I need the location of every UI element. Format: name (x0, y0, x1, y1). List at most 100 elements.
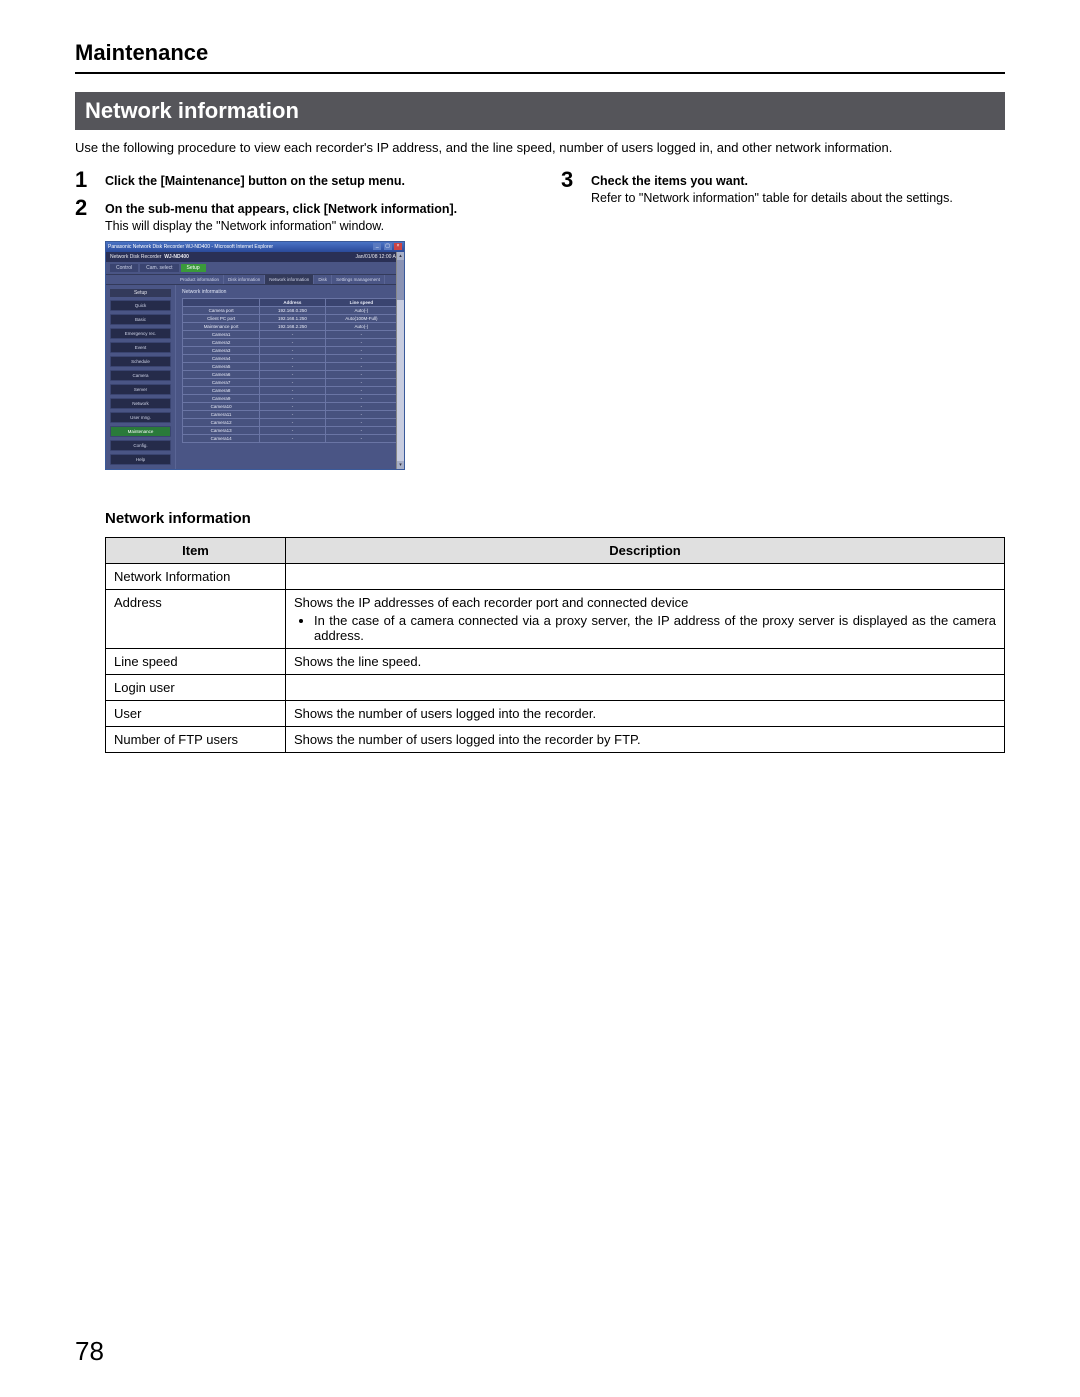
cell-desc: Shows the line speed. (286, 648, 1005, 674)
sidebar-item-help[interactable]: Help (110, 454, 171, 465)
window-title: Panasonic Network Disk Recorder WJ-ND400… (108, 244, 273, 250)
minimize-icon[interactable]: _ (373, 243, 381, 250)
grid-cell: - (325, 386, 397, 394)
tab-setup[interactable]: Setup (181, 264, 206, 272)
sidebar-item-network[interactable]: Network (110, 398, 171, 409)
grid-cell: Client PC port (183, 314, 260, 322)
grid-cell: - (325, 362, 397, 370)
grid-th-0 (183, 298, 260, 306)
grid-cell: - (260, 426, 326, 434)
intro-text: Use the following procedure to view each… (75, 140, 1005, 155)
scroll-thumb[interactable] (397, 260, 404, 300)
grid-row: Maintenance port192.168.2.250Auto(-) (183, 322, 398, 330)
sidebar-item-usermng[interactable]: User mng. (110, 412, 171, 423)
tab-network-info[interactable]: Network information (265, 275, 314, 284)
grid-cell: - (325, 330, 397, 338)
grid-cell: Auto(-) (325, 306, 397, 314)
grid-cell: Camera9 (183, 394, 260, 402)
scroll-up-icon[interactable]: ▴ (397, 252, 404, 260)
cell-desc: Shows the number of users logged into th… (286, 700, 1005, 726)
step-3: 3 Check the items you want. Refer to "Ne… (561, 169, 1005, 207)
grid-row: Camera5-- (183, 362, 398, 370)
window-header: Network Disk Recorder WJ-ND400 Jan/01/08… (106, 252, 404, 262)
grid-cell: - (325, 338, 397, 346)
sidebar-item-event[interactable]: Event (110, 342, 171, 353)
cell-item: Line speed (106, 648, 286, 674)
grid-row: Client PC port192.168.1.250Auto(100M-Ful… (183, 314, 398, 322)
table-row: UserShows the number of users logged int… (106, 700, 1005, 726)
grid-cell: Camera port (183, 306, 260, 314)
sidebar-item-config[interactable]: Config. (110, 440, 171, 451)
table-row: Login user (106, 674, 1005, 700)
grid-cell: Maintenance port (183, 322, 260, 330)
grid-cell: Camera8 (183, 386, 260, 394)
right-column: 3 Check the items you want. Refer to "Ne… (561, 169, 1005, 470)
grid-row: Camera4-- (183, 354, 398, 362)
horizontal-rule (75, 72, 1005, 74)
cell-desc (286, 674, 1005, 700)
grid-cell: - (260, 394, 326, 402)
th-item: Item (106, 537, 286, 563)
grid-row: Camera3-- (183, 346, 398, 354)
cell-bullet: In the case of a camera connected via a … (314, 613, 996, 643)
grid-cell: - (325, 402, 397, 410)
brand-text: Network Disk Recorder (110, 254, 161, 260)
tab-disk[interactable]: Disk (314, 275, 332, 284)
grid-cell: Camera14 (183, 434, 260, 442)
cell-item: User (106, 700, 286, 726)
grid-cell: - (325, 354, 397, 362)
table-row: Network Information (106, 563, 1005, 589)
grid-cell: Camera1 (183, 330, 260, 338)
grid-cell: - (260, 386, 326, 394)
sidebar-item-camera[interactable]: Camera (110, 370, 171, 381)
tab-control[interactable]: Control (110, 264, 138, 272)
grid-cell: Camera10 (183, 402, 260, 410)
step-2: 2 On the sub-menu that appears, click [N… (75, 197, 525, 235)
grid-cell: - (260, 402, 326, 410)
grid-cell: - (325, 378, 397, 386)
datetime: Jan/01/08 12:00 AM (356, 254, 400, 260)
scrollbar[interactable]: ▴ ▾ (396, 252, 404, 469)
sidebar-item-schedule[interactable]: Schedule (110, 356, 171, 367)
table-row: Line speedShows the line speed. (106, 648, 1005, 674)
grid-cell: Auto(100M-Full) (325, 314, 397, 322)
table-row: Number of FTP usersShows the number of u… (106, 726, 1005, 752)
sidebar-item-emergency[interactable]: Emergency rec. (110, 328, 171, 339)
network-info-grid: Address Line speed Camera port192.168.0.… (182, 298, 398, 443)
sidebar-item-quick[interactable]: Quick (110, 300, 171, 311)
sidebar: Setup Quick Basic Emergency rec. Event S… (106, 285, 176, 469)
sidebar-item-server[interactable]: Server (110, 384, 171, 395)
sidebar-item-maintenance[interactable]: Maintenance (110, 426, 171, 437)
grid-cell: Camera3 (183, 346, 260, 354)
cell-item: Login user (106, 674, 286, 700)
window-buttons: _ ▢ × (372, 243, 402, 250)
grid-cell: - (325, 370, 397, 378)
grid-row: Camera port192.168.0.250Auto(-) (183, 306, 398, 314)
step-number: 3 (561, 169, 581, 207)
grid-row: Camera9-- (183, 394, 398, 402)
cell-desc: Shows the number of users logged into th… (286, 726, 1005, 752)
sidebar-item-basic[interactable]: Basic (110, 314, 171, 325)
model-text: WJ-ND400 (164, 254, 189, 260)
grid-row: Camera11-- (183, 410, 398, 418)
grid-cell: - (260, 370, 326, 378)
grid-cell: - (260, 330, 326, 338)
grid-cell: Camera6 (183, 370, 260, 378)
grid-cell: - (325, 434, 397, 442)
grid-cell: - (325, 346, 397, 354)
step-2-bold: On the sub-menu that appears, click [Net… (105, 202, 457, 216)
step-3-bold: Check the items you want. (591, 174, 748, 188)
close-icon[interactable]: × (394, 243, 402, 250)
tab-disk-info[interactable]: Disk information (224, 275, 265, 284)
grid-cell: 192.168.2.250 (260, 322, 326, 330)
maximize-icon[interactable]: ▢ (384, 243, 392, 250)
scroll-down-icon[interactable]: ▾ (397, 461, 404, 469)
grid-row: Camera13-- (183, 426, 398, 434)
tab-product-info[interactable]: Product information (176, 275, 224, 284)
grid-cell: Camera7 (183, 378, 260, 386)
grid-cell: - (325, 426, 397, 434)
tab-cam-select[interactable]: Cam. select (140, 264, 178, 272)
section-heading: Network information (75, 92, 1005, 130)
tab-settings-mgmt[interactable]: Settings management (332, 275, 385, 284)
grid-cell: - (260, 354, 326, 362)
